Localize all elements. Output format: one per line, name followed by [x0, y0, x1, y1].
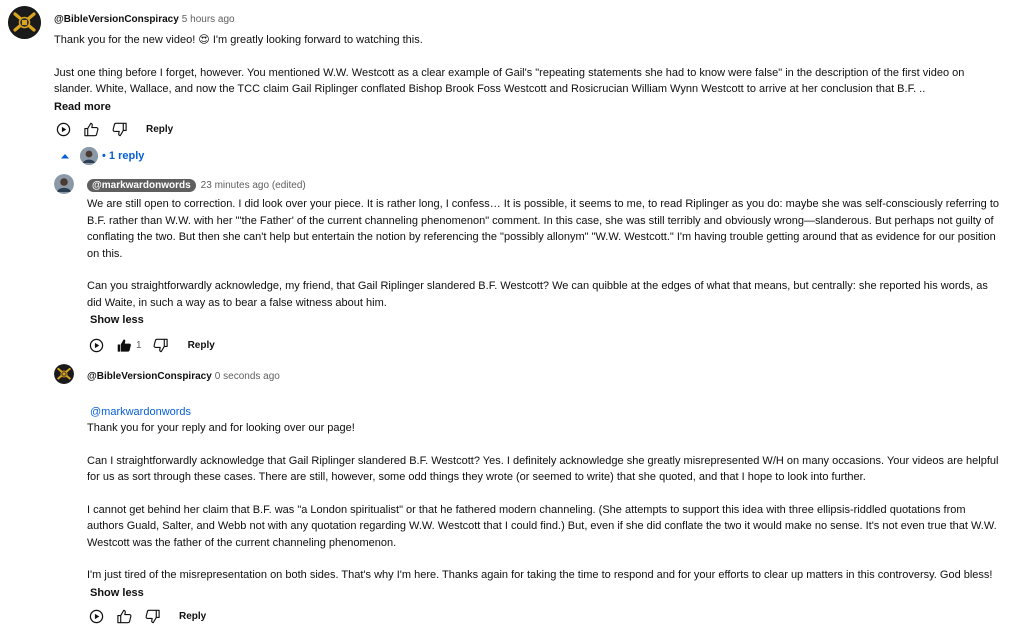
comment-1: @BibleVersionConspiracy 5 hours ago Thank…	[54, 9, 1004, 113]
comment-1-actions: Reply	[54, 119, 173, 139]
avatar-bibleversionconspiracy[interactable]	[54, 364, 74, 384]
crossed-swords-logo-icon	[8, 6, 41, 39]
replies-toggle[interactable]: • 1 reply	[60, 147, 144, 165]
comment-header: @BibleVersionConspiracy 0 seconds ago	[87, 366, 1003, 384]
caret-up-icon	[61, 154, 69, 159]
comment-text: Can you straightforwardly acknowledge, m…	[87, 280, 988, 309]
person-photo-icon	[54, 174, 74, 194]
comment-text: I'm just tired of the misrepresentation …	[87, 569, 993, 581]
play-icon[interactable]	[87, 336, 105, 354]
reply-button[interactable]: Reply	[188, 340, 215, 351]
comment-time[interactable]: 5 hours ago	[182, 14, 235, 25]
read-more-link[interactable]: Read more	[54, 101, 1004, 113]
like-count: 1	[136, 339, 142, 351]
comment-text: @markwardonwords Thank you for your repl…	[87, 387, 1003, 437]
show-less-link[interactable]: Show less	[90, 314, 1003, 326]
mention-link[interactable]: @markwardonwords	[90, 406, 191, 418]
reply-button[interactable]: Reply	[146, 124, 173, 135]
comment-text-part: Thank you for your reply and for looking…	[87, 422, 355, 434]
comment-text: Can I straightforwardly acknowledge that…	[87, 454, 999, 484]
thumbs-up-filled-icon[interactable]	[115, 336, 133, 354]
avatar-markwardonwords[interactable]	[54, 174, 74, 194]
comment-text: We are still open to correction. I did l…	[87, 198, 999, 260]
comment-header: @markwardonwords 23 minutes ago (edited)	[87, 175, 1003, 193]
comment-text: Just one thing before I forget, however.…	[54, 66, 965, 96]
comment-time[interactable]: 23 minutes ago (edited)	[201, 180, 306, 191]
comment-author[interactable]: @BibleVersionConspiracy	[87, 371, 212, 382]
show-less-link[interactable]: Show less	[90, 587, 1003, 599]
creator-handle-chip[interactable]: @markwardonwords	[87, 179, 196, 192]
thumbs-down-icon[interactable]	[110, 120, 128, 138]
thumbs-down-icon[interactable]	[143, 607, 161, 625]
reply-button[interactable]: Reply	[179, 611, 206, 622]
comment-2: @markwardonwords 23 minutes ago (edited) …	[87, 175, 1003, 326]
comment-text: I cannot get behind her claim that B.F. …	[87, 503, 997, 549]
avatar-bibleversionconspiracy[interactable]	[8, 6, 41, 39]
comment-3-actions: Reply	[87, 606, 206, 626]
comment-header: @BibleVersionConspiracy 5 hours ago	[54, 9, 1004, 27]
thumbs-down-icon[interactable]	[152, 336, 170, 354]
comment-3: @BibleVersionConspiracy 0 seconds ago @ma…	[87, 366, 1003, 599]
comment-time[interactable]: 0 seconds ago	[215, 371, 280, 382]
play-icon[interactable]	[87, 607, 105, 625]
replies-count[interactable]: • 1 reply	[102, 150, 144, 162]
comment-text: Thank you for the new video! 😍 I'm great…	[54, 34, 423, 46]
thumbs-up-icon[interactable]	[82, 120, 100, 138]
play-icon[interactable]	[54, 120, 72, 138]
comment-author[interactable]: @BibleVersionConspiracy	[54, 14, 179, 25]
comment-2-actions: 1 Reply	[87, 335, 215, 355]
replier-avatar-small	[80, 147, 98, 165]
thumbs-up-icon[interactable]	[115, 607, 133, 625]
crossed-swords-logo-icon	[54, 364, 74, 384]
